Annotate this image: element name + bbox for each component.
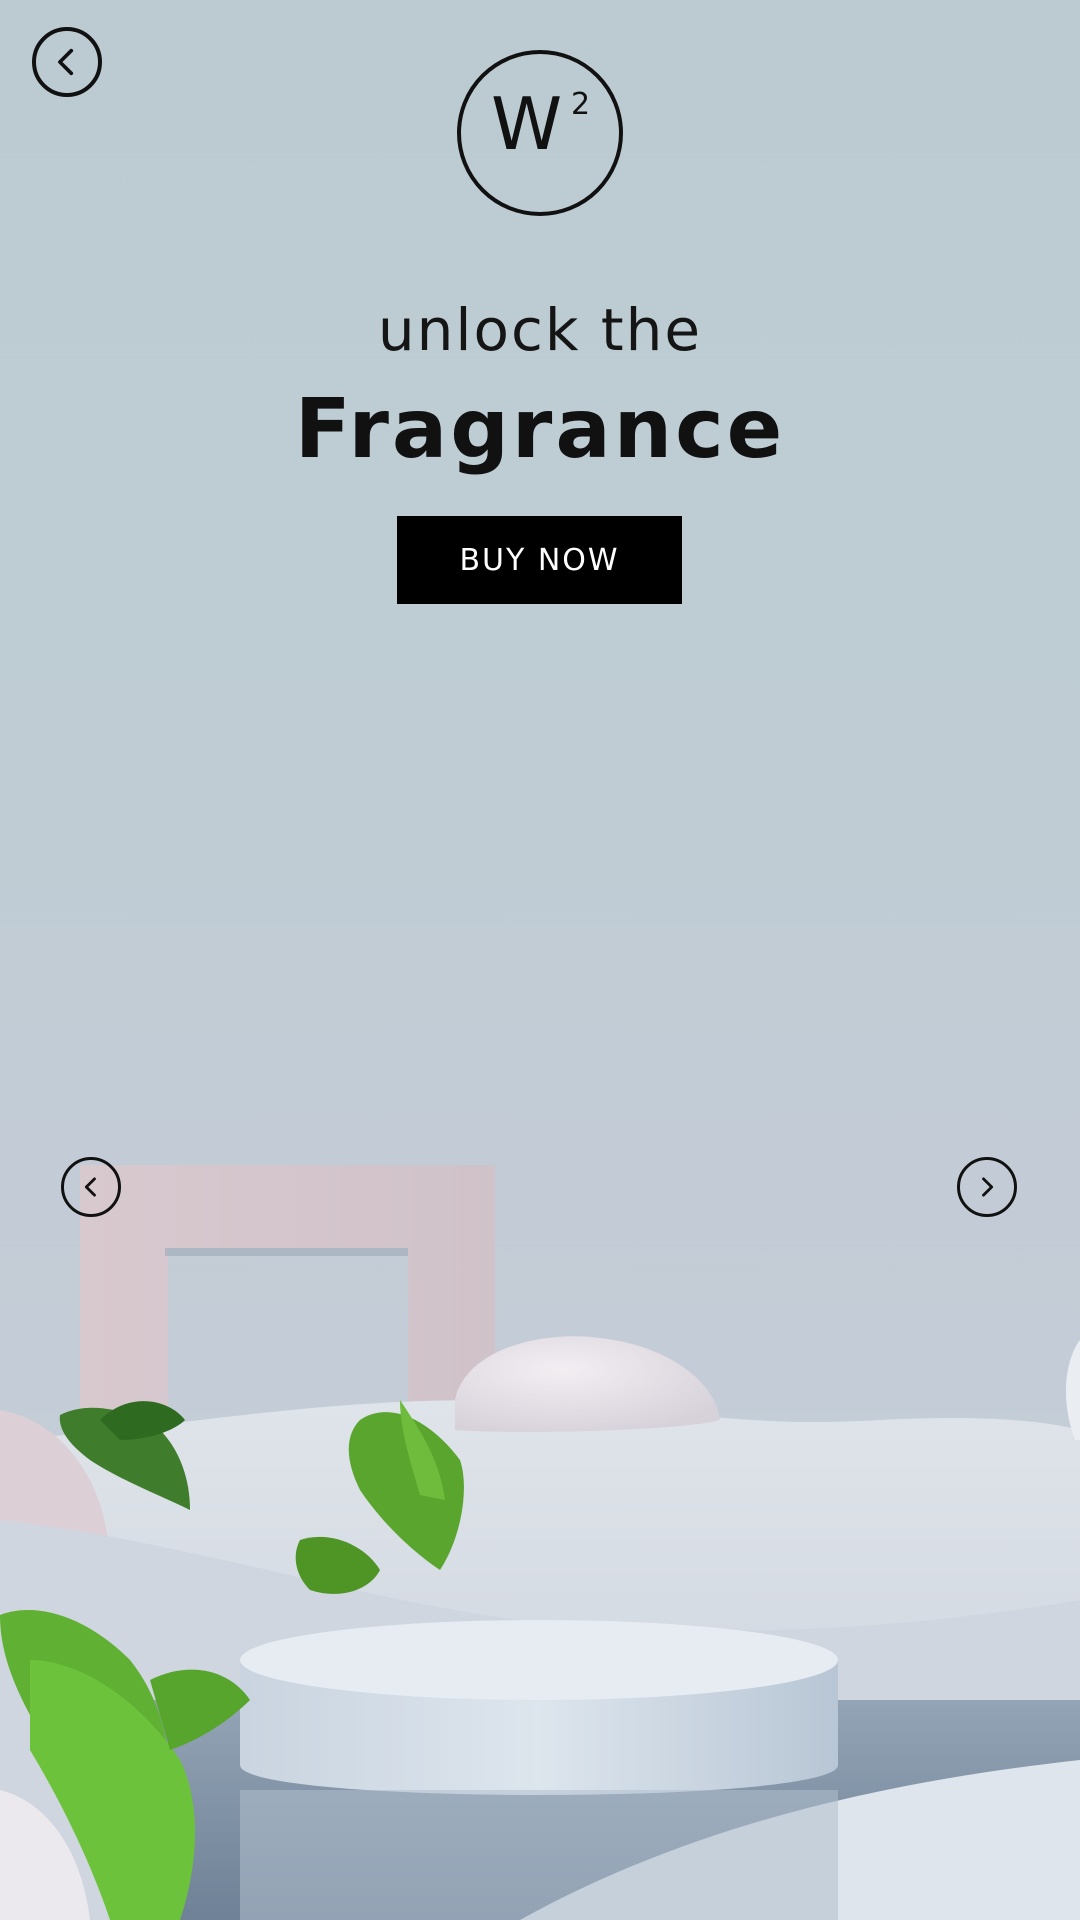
buy-now-button[interactable]: BUY NOW bbox=[397, 516, 682, 604]
chevron-left-icon bbox=[84, 1177, 96, 1197]
carousel-next-button[interactable] bbox=[957, 1157, 1017, 1217]
product-screen: W 2 unlock the Fragrance BUY NOW bbox=[0, 0, 1080, 1920]
hero-headline: Fragrance bbox=[294, 382, 786, 477]
back-button[interactable] bbox=[32, 27, 102, 97]
hero-tagline: unlock the bbox=[377, 296, 703, 364]
carousel-prev-button[interactable] bbox=[61, 1157, 121, 1217]
logo-letter: W bbox=[491, 82, 563, 166]
product-scene-image bbox=[0, 1165, 1080, 1920]
chevron-right-icon bbox=[982, 1177, 994, 1197]
logo-superscript: 2 bbox=[571, 87, 591, 122]
brand-logo: W 2 bbox=[457, 50, 623, 216]
chevron-left-icon bbox=[58, 48, 74, 76]
